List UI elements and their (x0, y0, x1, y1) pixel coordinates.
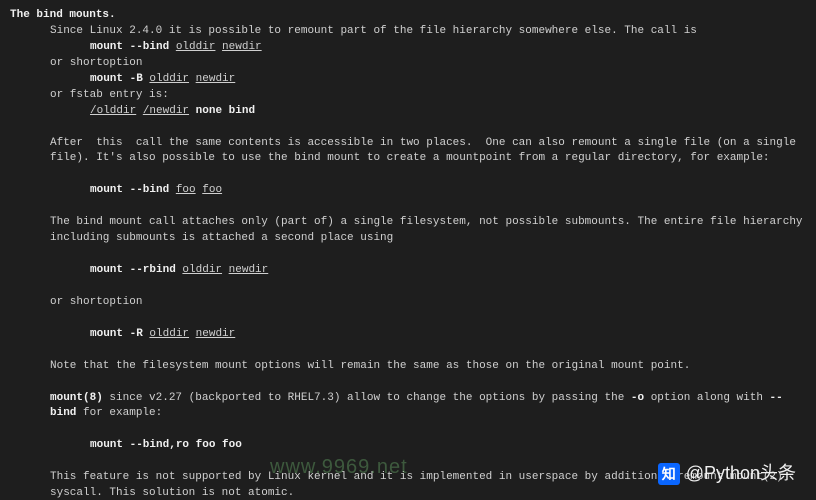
para: or fstab entry is: (10, 88, 806, 104)
spacer (10, 422, 806, 438)
para: Since Linux 2.4.0 it is possible to remo… (10, 24, 806, 40)
para: After this call the same contents is acc… (10, 136, 806, 168)
spacer (10, 311, 806, 327)
cmd: mount -R olddir newdir (10, 327, 806, 343)
spacer (10, 279, 806, 295)
watermark-url: www.9969.net (270, 453, 408, 482)
section-title: The bind mounts. (10, 8, 806, 24)
spacer (10, 375, 806, 391)
para: or shortoption (10, 56, 806, 72)
cmd: /olddir /newdir none bind (10, 104, 806, 120)
cmd: mount -B olddir newdir (10, 72, 806, 88)
watermark-author: 知@Python头条 (658, 460, 796, 486)
para: or shortoption (10, 295, 806, 311)
para: The bind mount call attaches only (part … (10, 215, 806, 247)
cmd: mount --bind,ro foo foo (10, 438, 806, 454)
spacer (10, 167, 806, 183)
cmd: mount --bind foo foo (10, 183, 806, 199)
cmd: mount --rbind olddir newdir (10, 263, 806, 279)
spacer (10, 199, 806, 215)
para: mount(8) since v2.27 (backported to RHEL… (10, 391, 806, 423)
manpage-body: The bind mounts. Since Linux 2.4.0 it is… (0, 0, 816, 500)
cmd: mount --bind olddir newdir (10, 40, 806, 56)
spacer (10, 247, 806, 263)
para: Note that the filesystem mount options w… (10, 359, 806, 375)
spacer (10, 343, 806, 359)
spacer (10, 120, 806, 136)
zhihu-icon: 知 (658, 463, 680, 485)
